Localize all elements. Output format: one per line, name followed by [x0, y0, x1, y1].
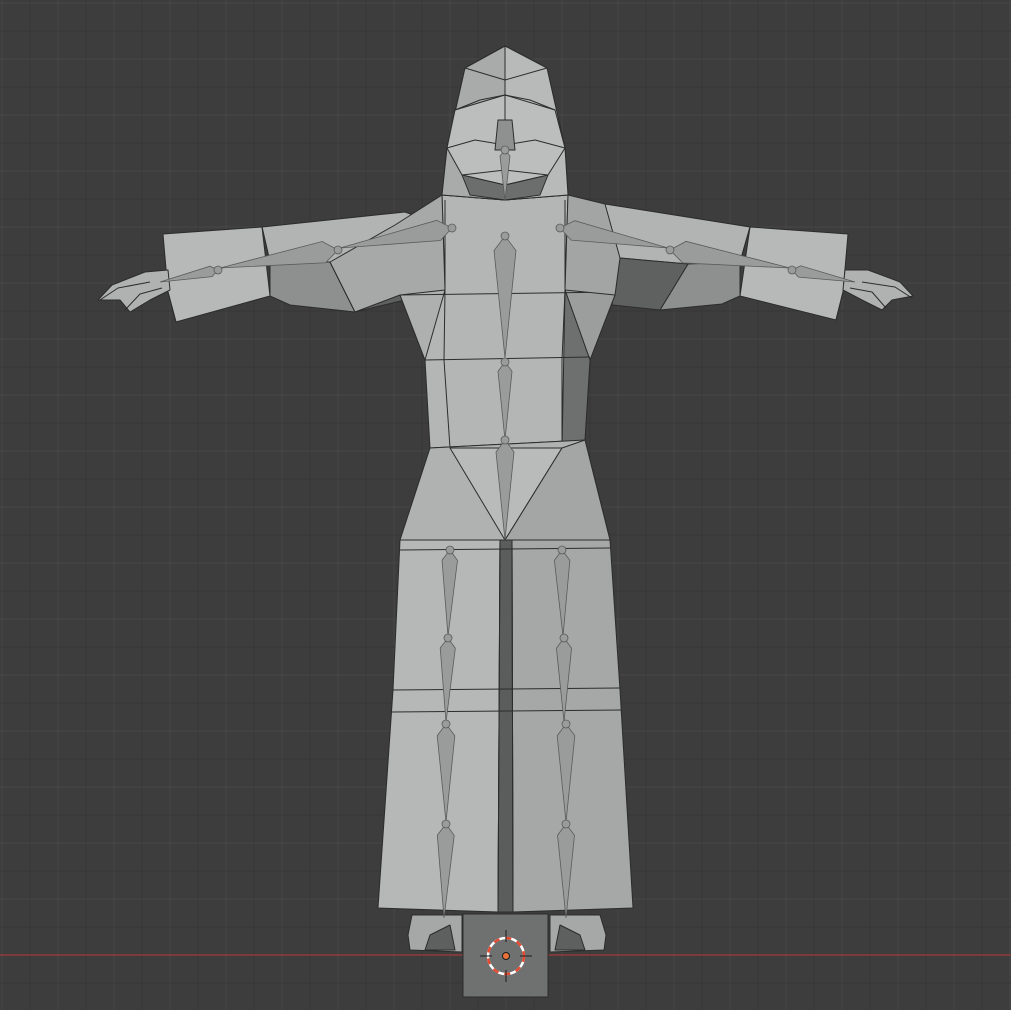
bone-joint[interactable] — [500, 435, 510, 445]
bone-joint[interactable] — [441, 719, 451, 729]
object-origin-icon[interactable] — [502, 952, 510, 960]
bone-joint[interactable] — [213, 265, 223, 275]
left-hand — [97, 269, 171, 313]
viewport-canvas[interactable] — [0, 0, 1011, 1010]
bone-joint[interactable] — [500, 357, 510, 367]
bone-joint[interactable] — [445, 545, 455, 555]
bone-joint[interactable] — [555, 223, 565, 233]
bone-joint[interactable] — [500, 145, 510, 155]
bone-joint[interactable] — [561, 819, 571, 829]
3d-viewport[interactable] — [0, 0, 1011, 1010]
bone-joint[interactable] — [557, 545, 567, 555]
bone-joint[interactable] — [441, 819, 451, 829]
bone-joint[interactable] — [665, 245, 675, 255]
bone-joint[interactable] — [447, 223, 457, 233]
nose — [494, 119, 516, 151]
bone-joint[interactable] — [559, 633, 569, 643]
bone-joint[interactable] — [787, 265, 797, 275]
bone-joint[interactable] — [333, 245, 343, 255]
right-hand — [842, 269, 914, 311]
bone-joint[interactable] — [500, 231, 510, 241]
bone-joint[interactable] — [443, 633, 453, 643]
bone-joint[interactable] — [561, 719, 571, 729]
robe-center-slit — [497, 539, 514, 913]
